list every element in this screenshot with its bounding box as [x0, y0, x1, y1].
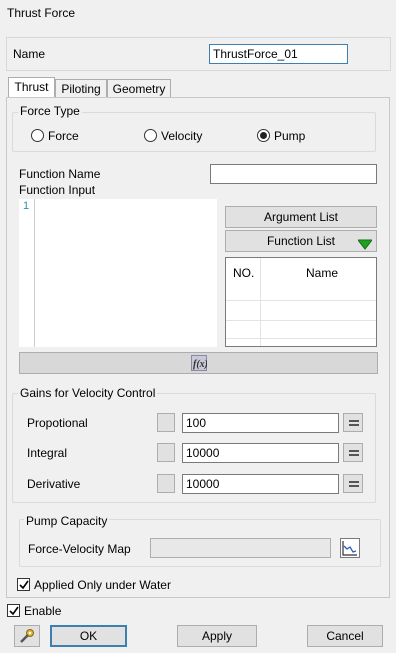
tab-thrust[interactable]: Thrust	[8, 77, 55, 99]
velocity-radio[interactable]	[144, 129, 157, 142]
enable-label[interactable]: Enable	[24, 604, 61, 618]
function-name-input[interactable]	[210, 164, 377, 184]
cancel-button[interactable]: Cancel	[307, 625, 383, 647]
pump-radio-label[interactable]: Pump	[274, 129, 305, 143]
function-input-label: Function Input	[19, 183, 96, 197]
fx-icon: f(x)	[191, 355, 208, 377]
function-list-label: Function List	[266, 234, 336, 248]
function-name-label: Function Name	[19, 167, 101, 181]
force-velocity-map-input[interactable]	[150, 538, 331, 558]
map-chart-button[interactable]	[340, 538, 360, 558]
velocity-radio-label[interactable]: Velocity	[161, 129, 202, 143]
integral-label: Integral	[27, 446, 68, 460]
integral-variable-button[interactable]	[157, 443, 175, 462]
pump-radio[interactable]	[257, 129, 270, 142]
table-column-divider	[260, 258, 261, 346]
fx-button[interactable]: f(x)	[19, 352, 378, 374]
applied-under-water-label[interactable]: Applied Only under Water	[34, 578, 171, 592]
line-number: 1	[23, 200, 30, 212]
derivative-variable-button[interactable]	[157, 474, 175, 493]
table-header-name: Name	[306, 266, 339, 280]
ok-button[interactable]: OK	[50, 625, 127, 647]
name-label: Name	[13, 47, 46, 61]
force-velocity-map-label: Force-Velocity Map	[28, 542, 131, 556]
function-input-editor[interactable]: 1	[19, 199, 217, 347]
line-number-gutter	[19, 199, 35, 347]
enable-checkbox[interactable]	[7, 604, 20, 617]
derivative-label: Derivative	[27, 477, 81, 491]
tool-button[interactable]	[14, 625, 40, 647]
function-list-button[interactable]: Function List	[225, 230, 377, 252]
dropdown-arrow-icon	[356, 236, 374, 256]
name-input[interactable]: ThrustForce_01	[209, 44, 348, 64]
window-title: Thrust Force	[7, 6, 76, 20]
table-header-no: NO.	[233, 266, 255, 280]
integral-equals-button[interactable]	[343, 443, 363, 462]
table-row-line	[226, 320, 376, 321]
pump-capacity-legend: Pump Capacity	[24, 514, 110, 528]
gains-legend: Gains for Velocity Control	[18, 386, 158, 400]
table-row-line	[226, 338, 376, 339]
function-list-table[interactable]: NO. Name	[225, 257, 377, 347]
proportional-equals-button[interactable]	[343, 413, 363, 432]
integral-input[interactable]: 10000	[182, 443, 339, 463]
force-radio-label[interactable]: Force	[48, 129, 79, 143]
derivative-equals-button[interactable]	[343, 474, 363, 493]
proportional-variable-button[interactable]	[157, 413, 175, 432]
tab-geometry[interactable]: Geometry	[107, 79, 171, 99]
chart-icon	[342, 540, 358, 559]
force-type-legend: Force Type	[18, 104, 82, 118]
svg-text:f(x): f(x)	[193, 359, 207, 370]
argument-list-button[interactable]: Argument List	[225, 206, 377, 228]
force-radio[interactable]	[31, 129, 44, 142]
proportional-input[interactable]: 100	[182, 413, 339, 433]
applied-under-water-checkbox[interactable]	[17, 578, 30, 591]
proportional-label: Propotional	[27, 416, 88, 430]
tab-piloting[interactable]: Piloting	[55, 79, 107, 99]
apply-button[interactable]: Apply	[177, 625, 257, 647]
derivative-input[interactable]: 10000	[182, 474, 339, 494]
table-row-line	[226, 300, 376, 301]
wrench-icon	[19, 628, 35, 650]
